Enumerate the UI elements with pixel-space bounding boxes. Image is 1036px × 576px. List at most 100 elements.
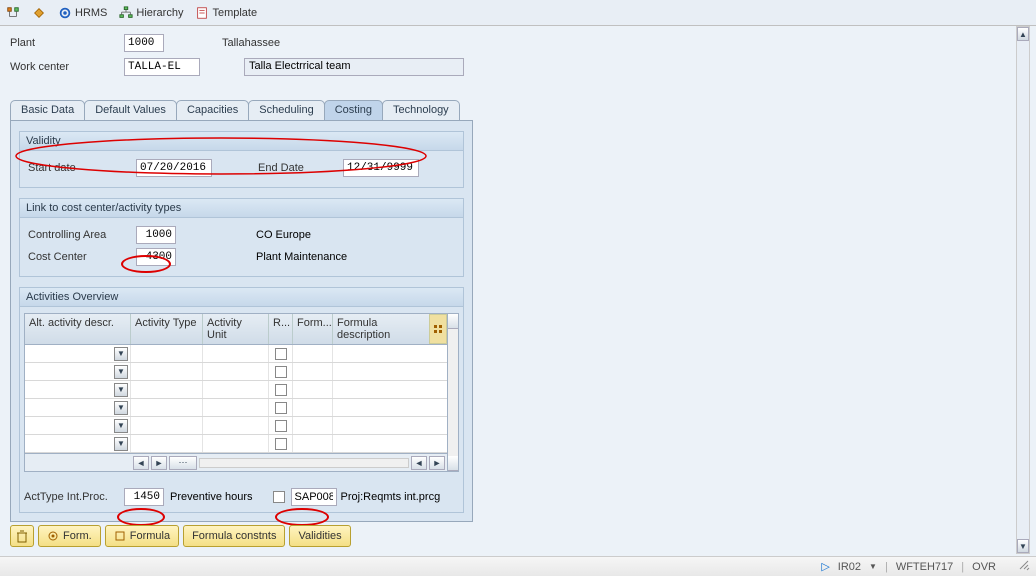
checkbox[interactable] <box>275 384 287 396</box>
template-button[interactable]: Template <box>195 6 257 20</box>
workcenter-text: Talla Electrrical team <box>244 58 464 76</box>
col-activity-unit[interactable]: Activity Unit <box>203 314 269 344</box>
workcenter-label: Work center <box>10 61 124 73</box>
table-row[interactable]: ▼ <box>25 435 447 453</box>
costcenter-group: Link to cost center/activity types Contr… <box>19 198 464 277</box>
scroll-thumb[interactable]: ⋯ <box>169 456 197 470</box>
cost-center-text: Plant Maintenance <box>256 251 347 263</box>
acttype-intproc-label: ActType Int.Proc. <box>24 491 124 503</box>
table-header: Alt. activity descr. Activity Type Activ… <box>25 314 447 345</box>
main-area: Plant Tallahassee Work center Talla Elec… <box>0 26 1036 556</box>
formula-constants-button[interactable]: Formula constnts <box>183 525 285 547</box>
dropdown-icon[interactable]: ▼ <box>114 437 128 451</box>
intproc-code-input[interactable] <box>291 488 337 506</box>
cost-center-input[interactable] <box>136 248 176 266</box>
scroll-left2-icon[interactable]: ◄ <box>411 456 427 470</box>
checkbox[interactable] <box>275 402 287 414</box>
status-host: WFTEH717 <box>896 561 953 573</box>
tab-capacities[interactable]: Capacities <box>176 100 249 120</box>
tab-costing[interactable]: Costing <box>324 100 383 120</box>
page-scroll-down[interactable]: ▼ <box>1017 539 1029 553</box>
formula-label: Formula <box>130 530 170 542</box>
end-date-label: End Date <box>258 162 343 174</box>
intproc-checkbox[interactable] <box>273 491 285 503</box>
table-hscroll[interactable]: ◄ ► ⋯ ◄ ► <box>24 454 448 472</box>
page-vscroll[interactable]: ▲ ▼ <box>1016 26 1030 554</box>
workcenter-input[interactable] <box>124 58 200 76</box>
scroll-down-icon[interactable] <box>448 456 458 471</box>
dropdown-icon[interactable]: ▼ <box>114 365 128 379</box>
status-mode: OVR <box>972 561 996 573</box>
costing-panel: Validity Start date End Date Link to cos… <box>10 120 473 522</box>
col-formula[interactable]: Form... <box>293 314 333 344</box>
start-date-label: Start date <box>28 162 136 174</box>
checkbox[interactable] <box>275 420 287 432</box>
tabstrip: Basic Data Default Values Capacities Sch… <box>10 98 1026 120</box>
validities-label: Validities <box>298 530 341 542</box>
validities-button[interactable]: Validities <box>289 525 350 547</box>
hierarchy-button[interactable]: Hierarchy <box>119 6 183 20</box>
status-dropdown-icon[interactable]: ▼ <box>869 562 877 571</box>
dropdown-icon[interactable]: ▼ <box>114 419 128 433</box>
constants-label: Formula constnts <box>192 530 276 542</box>
acttype-intproc-input[interactable] <box>124 488 164 506</box>
tab-basic-data[interactable]: Basic Data <box>10 100 85 120</box>
controlling-area-text: CO Europe <box>256 229 311 241</box>
col-alt-activity[interactable]: Alt. activity descr. <box>25 314 131 344</box>
page-scroll-up[interactable]: ▲ <box>1017 27 1029 41</box>
table-row[interactable]: ▼ <box>25 417 447 435</box>
table-row[interactable]: ▼ <box>25 399 447 417</box>
assignment-icon[interactable] <box>32 6 46 20</box>
validity-group: Validity Start date End Date <box>19 131 464 188</box>
dropdown-icon[interactable]: ▼ <box>114 401 128 415</box>
activities-table: Alt. activity descr. Activity Type Activ… <box>24 313 448 454</box>
controlling-area-label: Controlling Area <box>28 229 136 241</box>
controlling-area-input[interactable] <box>136 226 176 244</box>
checkbox[interactable] <box>275 348 287 360</box>
end-date-input[interactable] <box>343 159 419 177</box>
table-row[interactable]: ▼ <box>25 381 447 399</box>
status-bar: ▷ IR02 ▼ | WFTEH717 | OVR <box>0 556 1036 576</box>
app-toolbar: HRMS Hierarchy Template <box>0 0 1036 26</box>
start-date-input[interactable] <box>136 159 212 177</box>
dropdown-icon[interactable]: ▼ <box>114 347 128 361</box>
tab-default-values[interactable]: Default Values <box>84 100 177 120</box>
org-assign-icon[interactable] <box>6 6 20 20</box>
dropdown-icon[interactable]: ▼ <box>114 383 128 397</box>
tab-scheduling[interactable]: Scheduling <box>248 100 324 120</box>
status-sizegrip-icon[interactable] <box>1018 559 1030 574</box>
plant-input[interactable] <box>124 34 164 52</box>
table-vscroll[interactable] <box>448 313 459 472</box>
col-ref[interactable]: R... <box>269 314 293 344</box>
hrms-button[interactable]: HRMS <box>58 6 107 20</box>
cost-center-label: Cost Center <box>28 251 136 263</box>
plant-text: Tallahassee <box>222 37 280 49</box>
scroll-right2-icon[interactable]: ► <box>429 456 445 470</box>
table-row[interactable]: ▼ <box>25 345 447 363</box>
form-button[interactable]: Form. <box>38 525 101 547</box>
scroll-up-icon[interactable] <box>448 314 458 329</box>
intproc-desc: Proj:Reqmts int.prcg <box>341 491 441 503</box>
status-nav-icon[interactable]: ▷ <box>821 560 829 573</box>
status-tcode: IR02 <box>838 561 861 573</box>
costcenter-title: Link to cost center/activity types <box>20 199 463 218</box>
col-activity-type[interactable]: Activity Type <box>131 314 203 344</box>
activities-group: Activities Overview Alt. activity descr.… <box>19 287 464 513</box>
tab-technology[interactable]: Technology <box>382 100 460 120</box>
table-row[interactable]: ▼ <box>25 363 447 381</box>
delete-button[interactable] <box>10 525 34 547</box>
template-label: Template <box>212 7 257 19</box>
hrms-label: HRMS <box>75 7 107 19</box>
checkbox[interactable] <box>275 438 287 450</box>
hierarchy-label: Hierarchy <box>136 7 183 19</box>
acttype-intproc-text: Preventive hours <box>170 491 253 503</box>
plant-label: Plant <box>10 37 124 49</box>
form-label: Form. <box>63 530 92 542</box>
formula-button[interactable]: Formula <box>105 525 179 547</box>
col-formula-desc[interactable]: Formula description <box>333 314 429 344</box>
table-config-button[interactable] <box>429 314 447 344</box>
activities-title: Activities Overview <box>20 288 463 307</box>
scroll-left-icon[interactable]: ◄ <box>133 456 149 470</box>
checkbox[interactable] <box>275 366 287 378</box>
scroll-right-icon[interactable]: ► <box>151 456 167 470</box>
